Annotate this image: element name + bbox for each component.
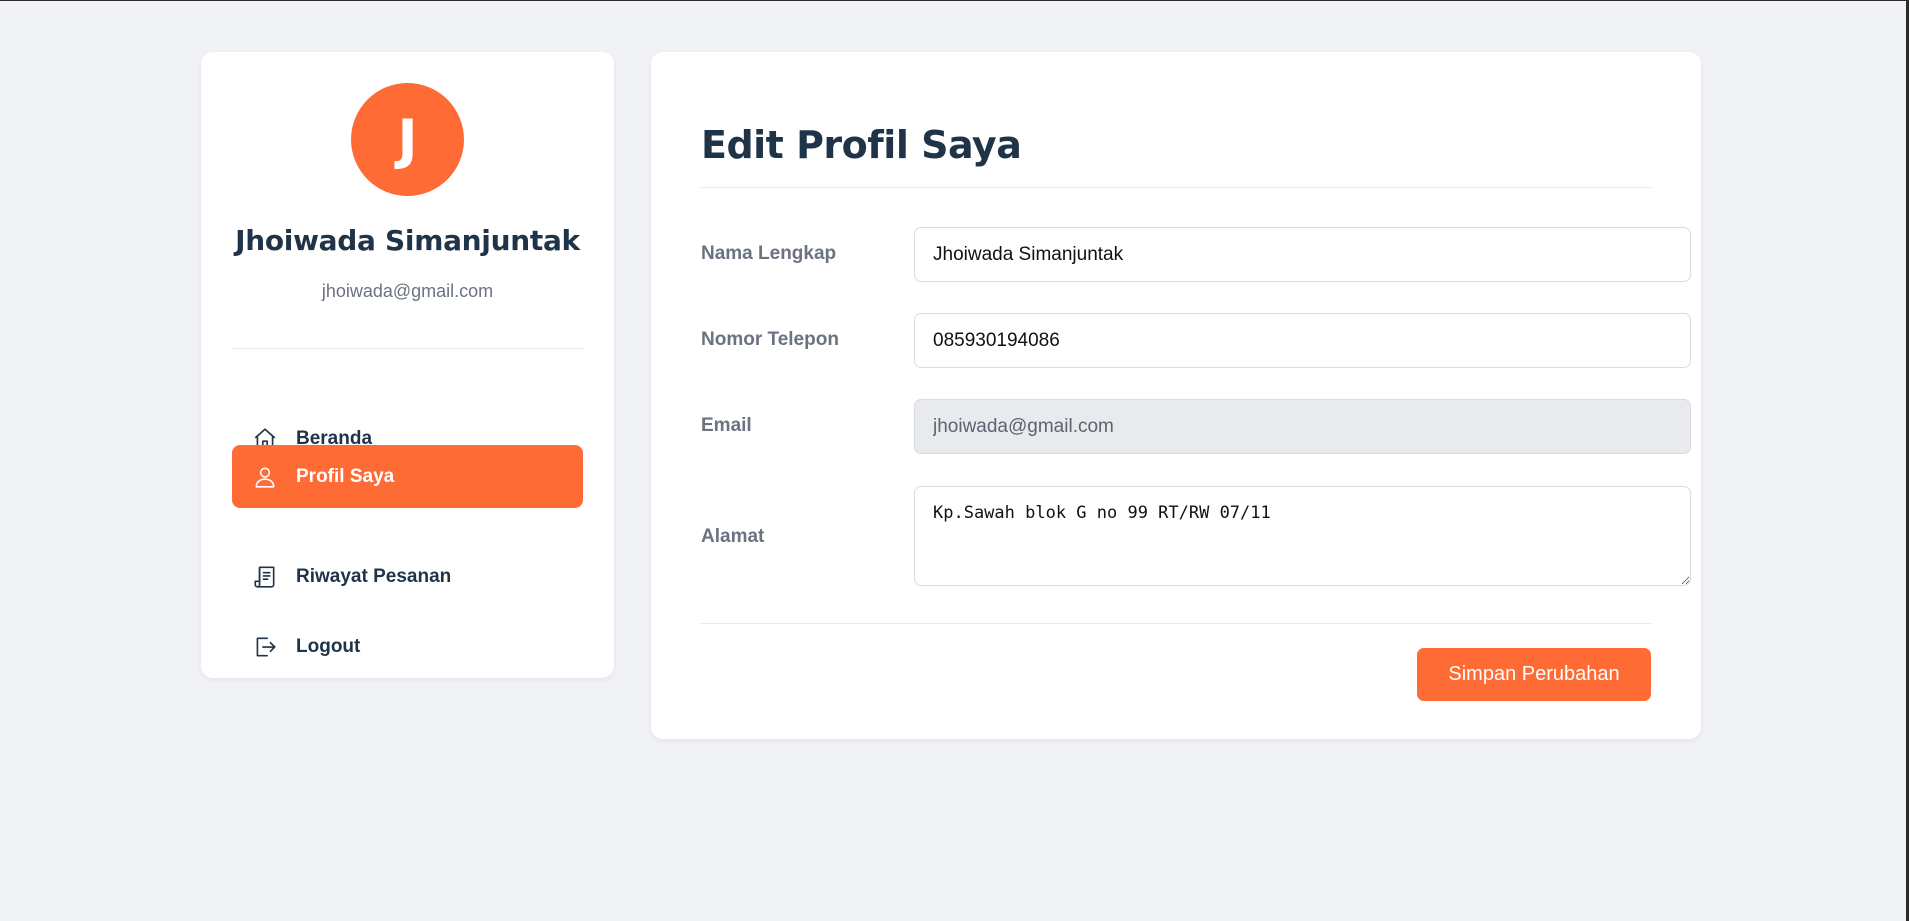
sidebar-divider <box>232 348 583 349</box>
sidebar-item-label: Profil Saya <box>296 465 395 487</box>
save-changes-button[interactable]: Simpan Perubahan <box>1417 648 1651 701</box>
sidebar-item-riwayat-pesanan[interactable]: Riwayat Pesanan <box>232 545 583 608</box>
sidebar-item-profil-saya[interactable]: Profil Saya <box>232 445 583 508</box>
full-name-label: Nama Lengkap <box>701 243 837 264</box>
profile-sidebar: J Jhoiwada Simanjuntak jhoiwada@gmail.co… <box>201 52 614 678</box>
phone-label: Nomor Telepon <box>701 329 839 350</box>
address-label: Alamat <box>701 526 765 547</box>
user-email: jhoiwada@gmail.com <box>321 281 494 301</box>
logout-icon <box>252 634 278 660</box>
phone-input[interactable] <box>914 313 1691 368</box>
form-divider <box>701 623 1651 624</box>
email-input <box>914 399 1691 454</box>
email-label: Email <box>701 415 752 436</box>
user-icon <box>252 464 278 490</box>
user-name: Jhoiwada Simanjuntak <box>235 224 580 257</box>
sidebar-item-label: Riwayat Pesanan <box>296 565 452 587</box>
sidebar-item-logout[interactable]: Logout <box>232 615 583 678</box>
page-title: Edit Profil Saya <box>701 123 1022 167</box>
full-name-input[interactable] <box>914 227 1691 282</box>
sidebar-item-label: Logout <box>296 635 361 657</box>
address-textarea[interactable]: Kp.Sawah blok G no 99 RT/RW 07/11 <box>914 486 1691 586</box>
edit-profile-card: Edit Profil Saya Nama Lengkap Nomor Tele… <box>651 52 1701 739</box>
receipt-icon <box>252 564 278 590</box>
avatar: J <box>351 83 464 196</box>
title-divider <box>701 187 1651 188</box>
